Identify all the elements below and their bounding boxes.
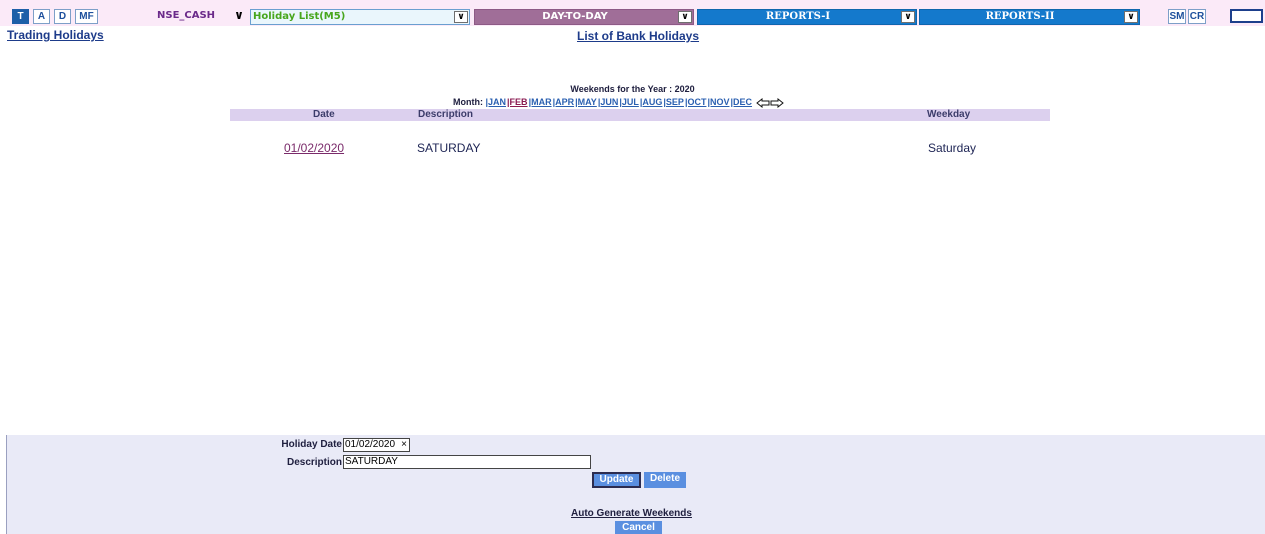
reports-ii-select-value: REPORTS-II [985,11,1055,22]
day-to-day-select[interactable]: DAY-TO-DAY ∨ [474,9,694,25]
page-select[interactable]: Holiday List(M5) ∨ [250,9,470,25]
update-button[interactable]: Update [592,472,641,488]
page-select-value: Holiday List(M5) [253,11,346,22]
month-link-oct[interactable]: |OCT [685,97,707,107]
table-row: 01/02/2020 SATURDAY Saturday [0,141,1265,155]
chevron-down-icon: ∨ [234,8,244,22]
month-link-jan[interactable]: |JAN [486,97,507,107]
toolbar-empty-box[interactable] [1230,9,1263,23]
month-link-may[interactable]: |MAY [575,97,597,107]
month-link-nov[interactable]: |NOV [707,97,729,107]
month-navigation: Month: |JAN|FEB|MAR|APR|MAY|JUN|JUL|AUG|… [453,97,784,108]
sm-button[interactable]: SM [1168,9,1186,24]
reports-i-select-value: REPORTS-I [765,11,831,22]
month-link-sep[interactable]: |SEP [663,97,684,107]
month-link-aug[interactable]: |AUG [640,97,663,107]
delete-button[interactable]: Delete [644,472,686,488]
description-input[interactable]: SATURDAY [343,455,591,469]
holiday-weekday: Saturday [928,141,977,155]
day-to-day-select-value: DAY-TO-DAY [542,11,608,22]
month-link-apr[interactable]: |APR [553,97,575,107]
holiday-date-input[interactable]: 01/02/2020 × [343,438,410,452]
weekends-year-heading: Weekends for the Year : 2020 [570,84,695,94]
arrow-left-icon[interactable] [755,97,770,108]
description-value: SATURDAY [345,456,398,467]
chevron-down-icon: ∨ [1124,11,1138,23]
table-header: Date Description Weekday [230,109,1050,121]
d-button[interactable]: D [54,9,71,24]
chevron-down-icon: ∨ [678,11,692,23]
chevron-down-icon: ∨ [454,11,468,23]
exchange-select-value: NSE_CASH [157,10,216,21]
holiday-date-label: Holiday Date [281,439,342,450]
trading-holidays-link[interactable]: Trading Holidays [7,28,104,42]
column-header-date: Date [313,109,335,120]
reports-i-select[interactable]: REPORTS-I ∨ [697,9,917,25]
cancel-button[interactable]: Cancel [615,521,662,534]
month-link-jul[interactable]: |JUL [619,97,639,107]
description-label: Description [286,457,342,468]
month-label: Month: [453,97,483,107]
month-link-jun[interactable]: |JUN [598,97,619,107]
exchange-select[interactable]: NSE_CASH ∨ [152,9,246,25]
holiday-description: SATURDAY [417,141,481,155]
top-toolbar: T A D MF NSE_CASH ∨ Holiday List(M5) ∨ D… [0,0,1265,26]
month-link-feb[interactable]: |FEB [507,97,528,107]
clear-icon[interactable]: × [401,439,407,451]
column-header-weekday: Weekday [927,109,971,120]
chevron-down-icon: ∨ [901,11,915,23]
month-link-dec[interactable]: |DEC [730,97,752,107]
holiday-date-value: 01/02/2020 [345,439,396,450]
column-header-description: Description [418,109,474,120]
arrow-right-icon[interactable] [770,97,784,108]
auto-generate-weekends-link[interactable]: Auto Generate Weekends [571,508,692,519]
a-button[interactable]: A [33,9,50,24]
month-links: |JAN|FEB|MAR|APR|MAY|JUN|JUL|AUG|SEP|OCT… [486,97,754,107]
month-link-mar[interactable]: |MAR [529,97,552,107]
mf-button[interactable]: MF [75,9,98,24]
reports-ii-select[interactable]: REPORTS-II ∨ [919,9,1140,25]
page-title: List of Bank Holidays [577,29,700,43]
holiday-date-link[interactable]: 01/02/2020 [284,141,344,155]
t-button[interactable]: T [12,9,29,24]
cr-button[interactable]: CR [1188,9,1206,24]
